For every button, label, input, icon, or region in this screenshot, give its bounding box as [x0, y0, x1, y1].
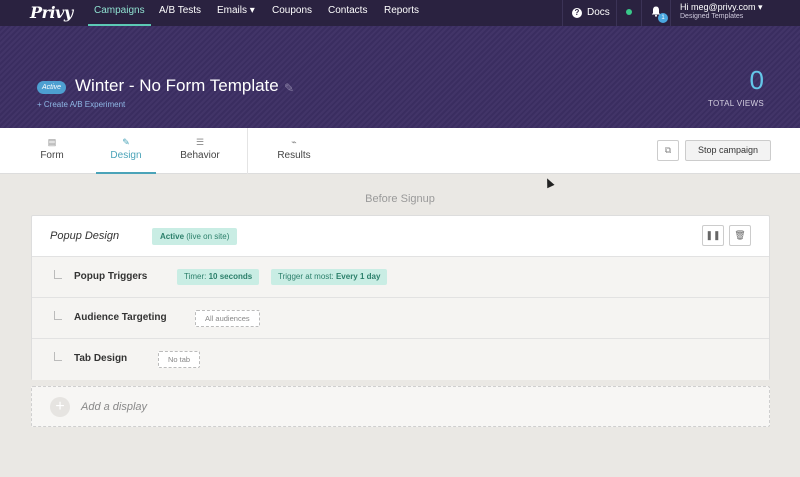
user-menu[interactable]: Hi meg@privy.com ▾ Designed Templates — [680, 3, 763, 21]
chart-icon: ⌁ — [291, 137, 297, 147]
campaign-tabs: ▤ Form ✎ Design ☰ Behavior ⌁ Results — [0, 128, 800, 174]
nav-campaigns[interactable]: Campaigns — [88, 0, 151, 26]
list-item[interactable]: Tab Design No tab — [32, 339, 769, 380]
nav-emails[interactable]: Emails ▾ — [217, 0, 255, 26]
row-label: Popup Triggers — [74, 271, 148, 282]
notification-badge: 1 — [658, 13, 668, 23]
nav-divider — [616, 0, 617, 26]
status-detail: (live on site) — [184, 232, 230, 241]
trigger-timer-value: 10 seconds — [208, 272, 253, 281]
copy-icon: ⧉ — [664, 145, 672, 155]
display-title[interactable]: Popup Design — [50, 230, 119, 242]
docs-link[interactable]: ? Docs — [572, 0, 610, 26]
nav-contacts[interactable]: Contacts — [328, 0, 367, 26]
tab-label: Design — [110, 150, 142, 161]
display-panel: Popup Design Active (live on site) ❚❚ 🗑 … — [31, 215, 770, 380]
page-title: Winter - No Form Template — [75, 76, 279, 95]
campaign-header: Active Winter - No Form Template ✎ + Cre… — [0, 26, 800, 128]
add-display-button[interactable]: + Add a display — [31, 386, 770, 427]
add-display-label: Add a display — [81, 401, 148, 413]
nav-coupons[interactable]: Coupons — [272, 0, 312, 26]
tab-design[interactable]: ✎ Design — [96, 128, 156, 174]
tab-form[interactable]: ▤ Form — [34, 128, 70, 174]
help-icon: ? — [572, 8, 582, 18]
tab-label: Behavior — [180, 150, 220, 161]
trash-icon: 🗑 — [734, 230, 746, 240]
nav-divider — [641, 0, 642, 26]
nav-divider — [670, 0, 671, 26]
docs-label: Docs — [587, 7, 610, 18]
mouse-cursor-icon — [543, 176, 555, 189]
tab-label: Results — [277, 150, 311, 161]
tab-divider — [247, 128, 248, 174]
total-views-label: TOTAL VIEWS — [707, 99, 764, 108]
privy-logo[interactable]: Privy — [30, 3, 73, 22]
list-item[interactable]: Audience Targeting All audiences — [32, 298, 769, 339]
pause-button[interactable]: ❚❚ — [702, 225, 724, 246]
pause-icon: ❚❚ — [705, 230, 721, 240]
panel-header: Popup Design Active (live on site) ❚❚ 🗑 — [32, 216, 769, 257]
audience-chip: All audiences — [195, 310, 260, 327]
trigger-timer-chip: Timer: 10 seconds — [177, 269, 260, 285]
nav-reports[interactable]: Reports — [384, 0, 419, 26]
trigger-frequency-prefix: Trigger at most: — [278, 272, 336, 281]
copy-campaign-button[interactable]: ⧉ — [657, 140, 679, 161]
sliders-icon: ☰ — [195, 137, 205, 147]
trigger-timer-prefix: Timer: — [184, 272, 209, 281]
tab-design-chip: No tab — [158, 351, 201, 368]
list-item[interactable]: Popup Triggers Timer: 10 seconds Trigger… — [32, 257, 769, 298]
top-nav: Privy Campaigns A/B Tests Emails ▾ Coupo… — [0, 0, 800, 26]
document-icon: ▤ — [47, 137, 57, 147]
stop-campaign-button[interactable]: Stop campaign — [685, 140, 771, 161]
row-label: Tab Design — [74, 353, 128, 364]
section-label: Before Signup — [365, 193, 435, 205]
row-label: Audience Targeting — [74, 312, 167, 323]
nav-ab-tests[interactable]: A/B Tests — [159, 0, 201, 26]
tree-elbow-icon — [54, 270, 62, 279]
tab-behavior[interactable]: ☰ Behavior — [176, 128, 224, 174]
tree-elbow-icon — [54, 352, 62, 361]
user-email: Hi meg@privy.com ▾ — [680, 2, 763, 12]
nav-divider — [562, 0, 563, 26]
trigger-frequency-value: Every 1 day — [335, 272, 381, 281]
create-ab-link[interactable]: + Create A/B Experiment — [37, 100, 125, 109]
status-text: Active — [160, 232, 185, 241]
pencil-icon[interactable]: ✎ — [284, 81, 294, 95]
user-account: Designed Templates — [680, 13, 744, 20]
tree-elbow-icon — [54, 311, 62, 320]
tab-results[interactable]: ⌁ Results — [273, 128, 315, 174]
plus-icon: + — [50, 397, 70, 417]
status-badge: Active — [37, 81, 67, 94]
brush-icon: ✎ — [122, 137, 130, 147]
total-views-count: 0 — [749, 65, 764, 95]
trigger-frequency-chip: Trigger at most: Every 1 day — [271, 269, 388, 285]
status-badge: Active (live on site) — [152, 228, 238, 245]
delete-button[interactable]: 🗑 — [729, 225, 751, 246]
status-indicator-icon — [626, 9, 632, 15]
tab-label: Form — [40, 150, 64, 161]
